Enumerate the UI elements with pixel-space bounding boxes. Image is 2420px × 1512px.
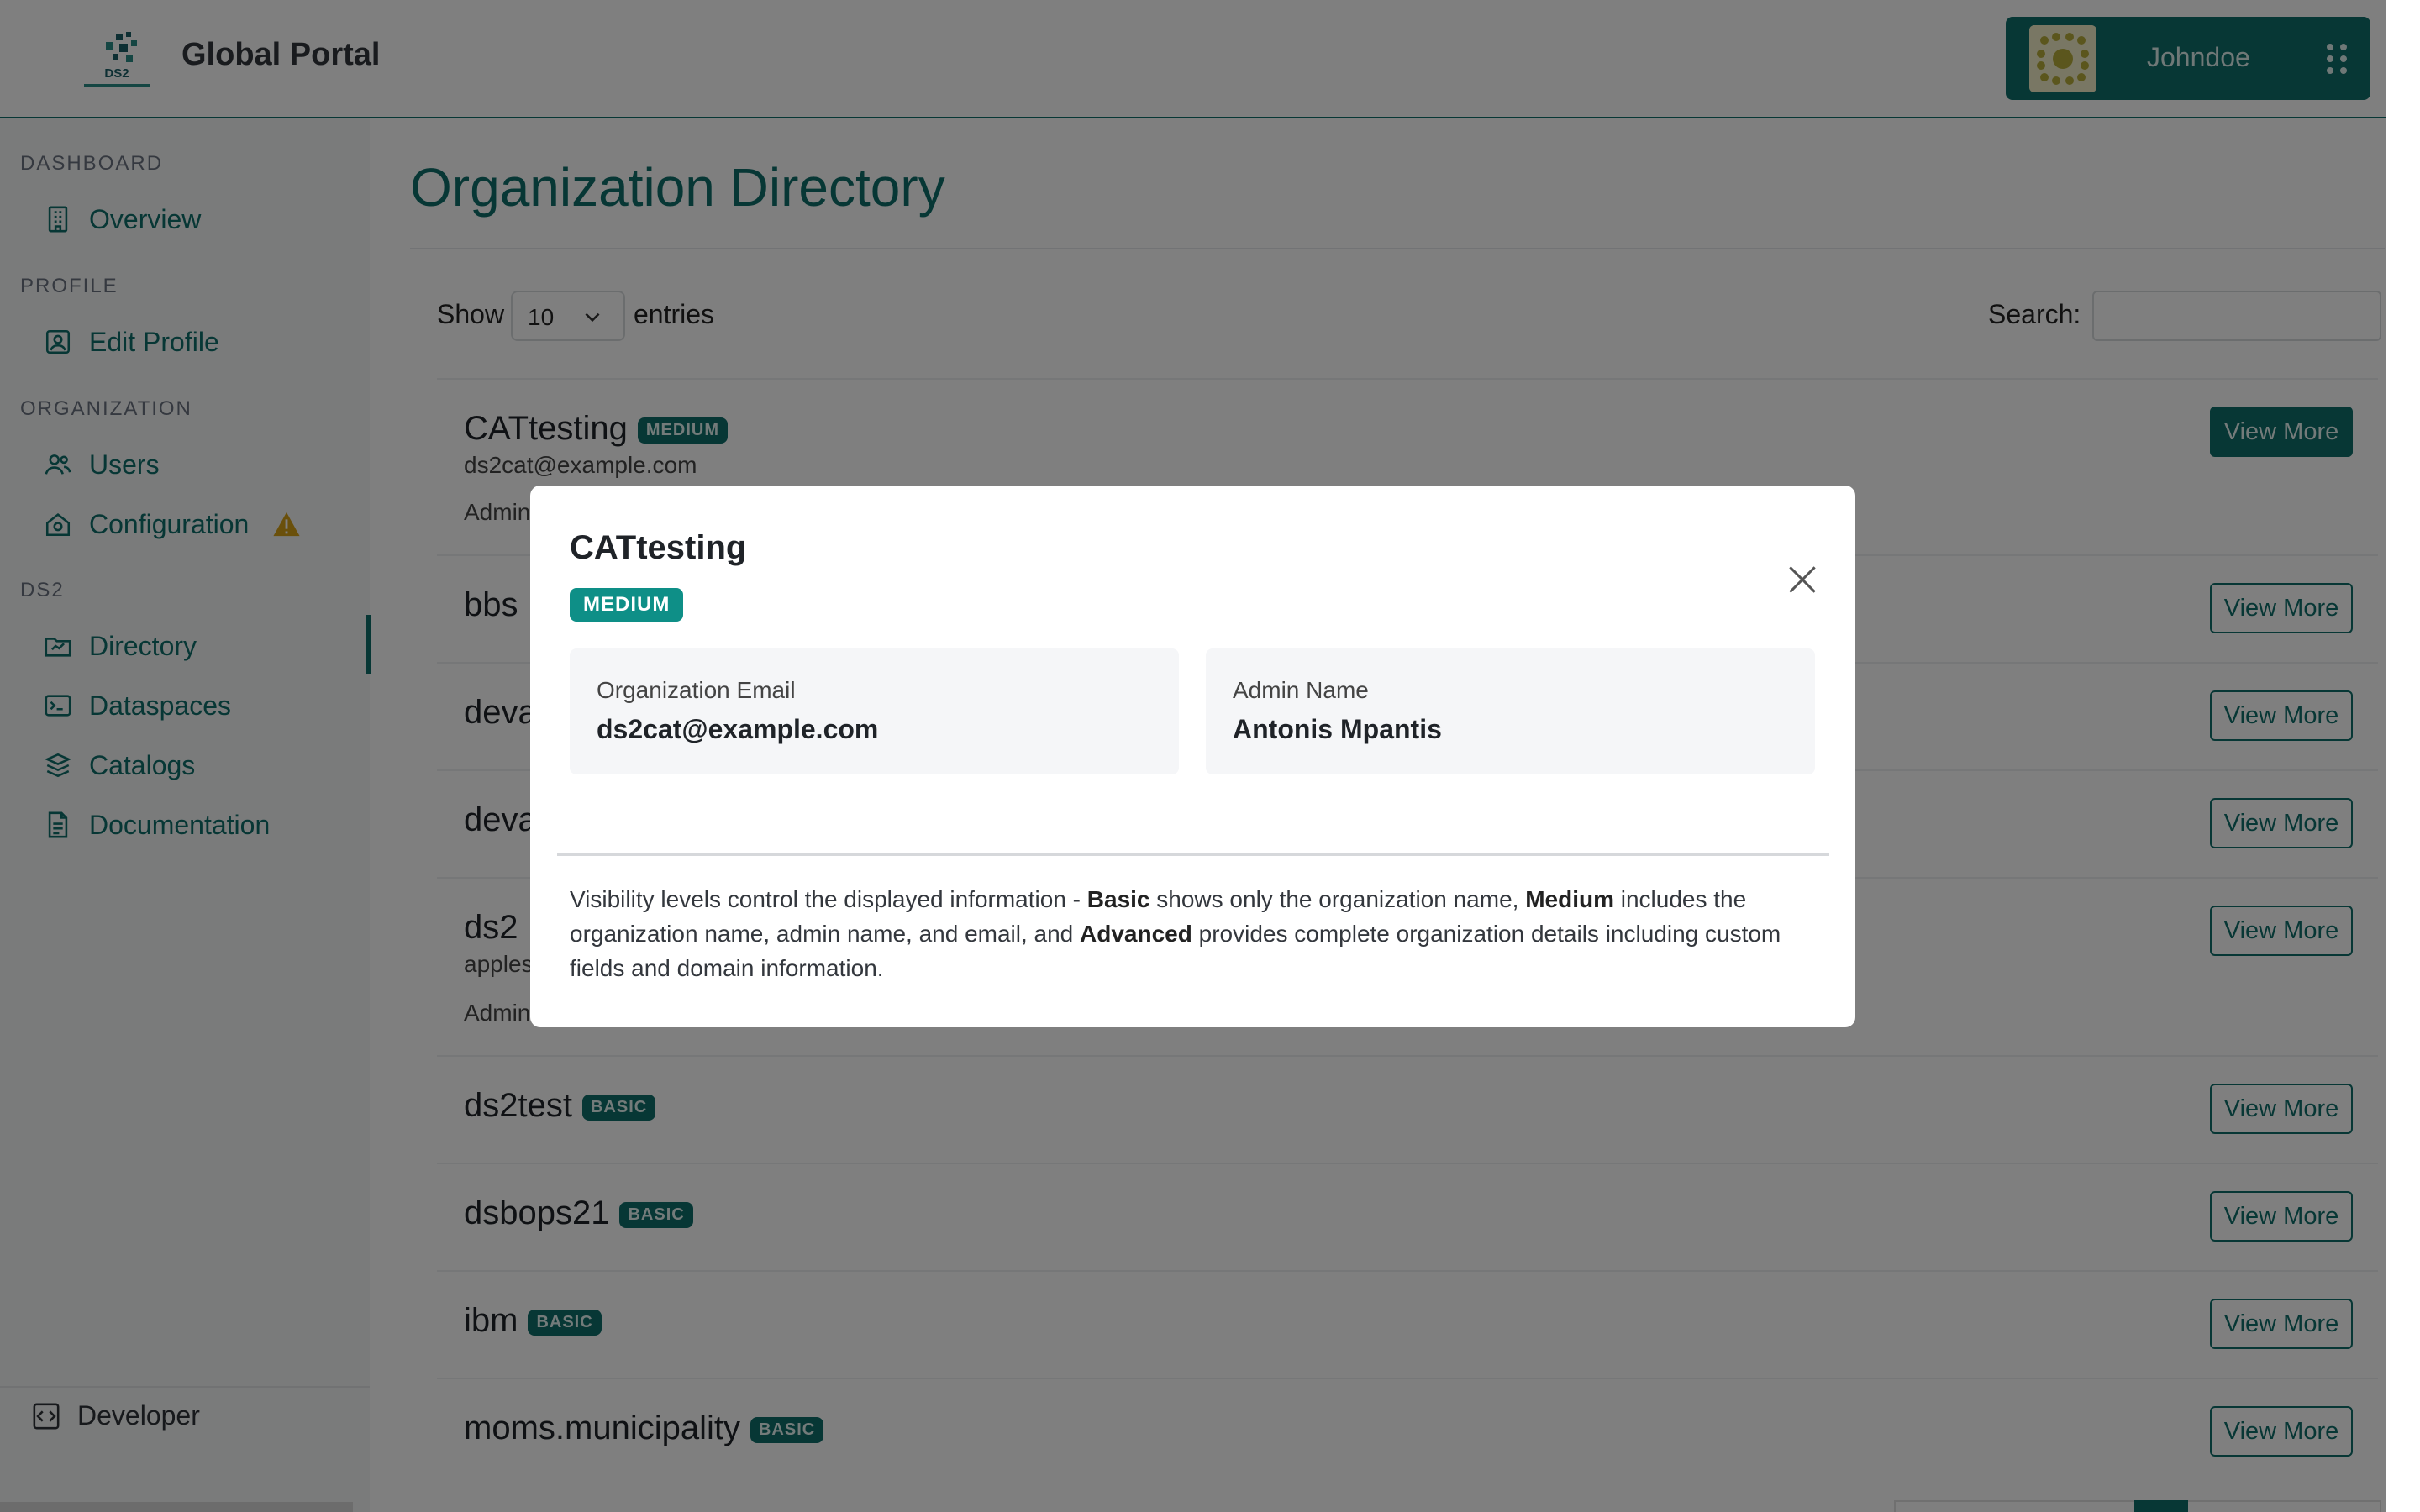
admin-value: Antonis Mpantis (1233, 714, 1442, 744)
organization-modal: CATtesting MEDIUM Organization Email ds2… (530, 486, 1855, 1027)
email-label: Organization Email (597, 677, 796, 703)
admin-label: Admin Name (1233, 677, 1369, 703)
visibility-note: Visibility levels control the displayed … (570, 886, 1781, 981)
modal-divider (557, 853, 1829, 856)
email-card: Organization Email ds2cat@example.com (570, 648, 1179, 774)
email-value: ds2cat@example.com (597, 714, 879, 744)
modal-title: CATtesting (570, 529, 747, 566)
visibility-badge: MEDIUM (570, 588, 684, 622)
admin-card: Admin Name Antonis Mpantis (1206, 648, 1815, 774)
close-icon[interactable] (1784, 561, 1821, 598)
